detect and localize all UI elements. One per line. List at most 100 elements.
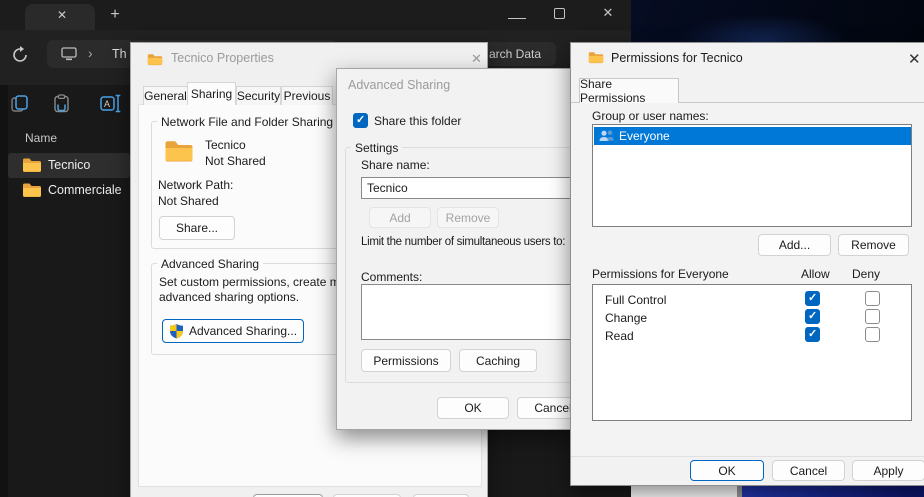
button-label: Remove xyxy=(851,238,896,252)
button-label: OK xyxy=(718,464,735,478)
button-label: Caching xyxy=(476,354,520,368)
permission-name: Change xyxy=(605,311,647,325)
ok-button[interactable]: OK xyxy=(437,397,509,419)
tab-close-icon[interactable]: ✕ xyxy=(54,7,70,23)
button-label: Remove xyxy=(446,211,491,225)
advanced-sharing-desc-line2: advanced sharing options. xyxy=(159,290,299,304)
share-name-label: Share name: xyxy=(361,158,430,172)
desktop-wallpaper-top xyxy=(631,0,924,42)
dialog-title: Permissions for Tecnico xyxy=(611,51,743,65)
button-label: Apply xyxy=(873,464,903,478)
dialog-title: Tecnico Properties xyxy=(171,51,274,65)
tab-general[interactable]: General xyxy=(143,86,188,105)
comments-textarea[interactable] xyxy=(361,284,578,340)
dialog-title: Advanced Sharing xyxy=(348,78,450,92)
screen: ✕ + ✕ › Th arch Data xyxy=(0,0,924,497)
cancel-button[interactable]: Cancel xyxy=(772,460,845,481)
share-name-value: Tecnico xyxy=(367,181,408,195)
refresh-icon[interactable] xyxy=(10,45,30,65)
apply-button[interactable]: Apply xyxy=(852,460,924,481)
allow-checkbox-full-control[interactable] xyxy=(805,291,820,306)
folder-icon xyxy=(22,182,42,198)
copy-icon[interactable] xyxy=(10,94,29,113)
network-path-label: Network Path: xyxy=(158,178,233,192)
permissions-header: Permissions for Everyone xyxy=(592,267,729,281)
limit-users-label: Limit the number of simultaneous users t… xyxy=(361,236,565,248)
list-item-everyone[interactable]: Everyone xyxy=(594,127,911,145)
background-window-edge xyxy=(631,486,737,497)
file-name[interactable]: Tecnico xyxy=(48,158,90,172)
column-header-name[interactable]: Name xyxy=(25,131,57,145)
folder-icon xyxy=(147,53,163,66)
caching-button[interactable]: Caching xyxy=(459,349,537,372)
add-button[interactable]: Add... xyxy=(758,234,831,256)
groupbox-title: Advanced Sharing xyxy=(157,257,263,271)
close-icon[interactable]: ✕ xyxy=(908,50,921,68)
groupbox-title: Settings xyxy=(351,141,402,155)
group-user-names-label: Group or user names: xyxy=(592,109,709,123)
breadcrumb[interactable]: Th xyxy=(112,47,127,61)
maximize-icon[interactable] xyxy=(554,8,565,19)
comments-label: Comments: xyxy=(361,270,422,284)
new-tab-icon[interactable]: + xyxy=(106,6,124,24)
folder-icon xyxy=(588,51,604,64)
deny-checkbox-read[interactable] xyxy=(865,327,880,342)
permission-name: Full Control xyxy=(605,293,666,307)
deny-checkbox-full-control[interactable] xyxy=(865,291,880,306)
folder-icon xyxy=(22,157,42,173)
users-group-icon xyxy=(598,129,615,143)
network-path-value: Not Shared xyxy=(158,194,219,208)
button-label: Cancel xyxy=(790,464,827,478)
button-label: Cancel xyxy=(534,401,571,415)
file-name[interactable]: Commerciale xyxy=(48,183,122,197)
minimize-icon[interactable] xyxy=(508,13,526,19)
tab-sharing[interactable]: Sharing xyxy=(187,82,236,105)
rename-icon[interactable]: A xyxy=(100,94,123,113)
button-label: Permissions xyxy=(373,354,438,368)
share-button[interactable]: Share... xyxy=(159,216,235,240)
tab-label: Share Permissions xyxy=(580,77,678,105)
permissions-button[interactable]: Permissions xyxy=(361,349,451,372)
permission-name: Read xyxy=(605,329,634,343)
allow-checkbox-change[interactable] xyxy=(805,309,820,324)
share-name-input[interactable]: Tecnico xyxy=(361,177,578,199)
tab-security[interactable]: Security xyxy=(236,86,281,105)
add-button[interactable]: Add xyxy=(369,207,431,228)
button-label: Add xyxy=(389,211,410,225)
close-icon[interactable]: ✕ xyxy=(471,51,482,67)
shared-folder-name: Tecnico xyxy=(205,138,246,152)
shared-folder-state: Not Shared xyxy=(205,154,266,168)
uac-shield-icon xyxy=(169,323,184,339)
allow-column-header: Allow xyxy=(801,267,830,281)
tab-label: Security xyxy=(237,89,280,103)
group-name: Everyone xyxy=(619,129,670,143)
groupbox-title: Network File and Folder Sharing xyxy=(157,115,337,129)
search-input[interactable]: arch Data xyxy=(489,47,541,61)
explorer-left-strip xyxy=(0,85,8,497)
tab-previous-versions[interactable]: Previous xyxy=(281,86,333,105)
button-label: Advanced Sharing... xyxy=(189,324,297,338)
button-label: OK xyxy=(464,401,481,415)
tab-label: General xyxy=(144,89,187,103)
this-pc-icon xyxy=(61,47,77,61)
tab-label: Previous xyxy=(284,89,331,103)
tab-share-permissions[interactable]: Share Permissions xyxy=(579,78,679,103)
remove-button[interactable]: Remove xyxy=(838,234,909,256)
advanced-sharing-button[interactable]: Advanced Sharing... xyxy=(162,319,304,343)
permissions-listbox[interactable]: Full Control Change Read xyxy=(592,284,912,421)
share-this-folder-checkbox[interactable] xyxy=(353,113,368,128)
paste-icon[interactable] xyxy=(52,94,71,113)
close-icon[interactable]: ✕ xyxy=(600,5,616,21)
allow-checkbox-read[interactable] xyxy=(805,327,820,342)
deny-checkbox-change[interactable] xyxy=(865,309,880,324)
button-label: Add... xyxy=(779,238,810,252)
desktop-wallpaper-bottom xyxy=(742,486,924,497)
cancel-button[interactable]: Cancel xyxy=(517,397,578,419)
folder-icon xyxy=(164,139,194,163)
remove-button[interactable]: Remove xyxy=(437,207,499,228)
groups-listbox[interactable]: Everyone xyxy=(592,124,912,227)
button-label: Share... xyxy=(176,221,218,235)
advanced-sharing-desc-line1: Set custom permissions, create multip xyxy=(159,275,362,289)
permissions-dialog: Permissions for Tecnico ✕ Share Permissi… xyxy=(570,42,924,486)
ok-button[interactable]: OK xyxy=(690,460,764,481)
